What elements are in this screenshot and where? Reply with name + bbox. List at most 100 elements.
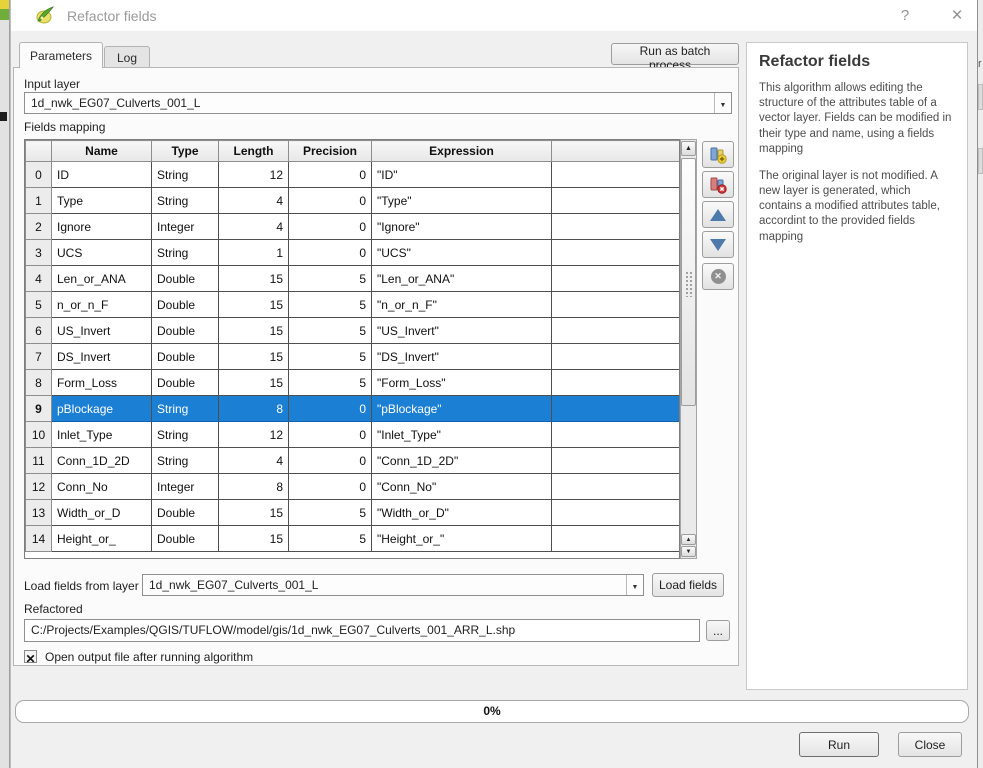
table-row[interactable]: 2IgnoreInteger40"Ignore" xyxy=(26,214,681,240)
cell-precision[interactable]: 5 xyxy=(289,500,372,526)
column-header-expression[interactable]: Expression xyxy=(372,141,552,162)
run-button[interactable]: Run xyxy=(799,732,879,757)
scroll-up-icon[interactable]: ▲ xyxy=(681,534,696,545)
cell-expression[interactable]: "ID" xyxy=(372,162,552,188)
cell-type[interactable]: Double xyxy=(152,318,219,344)
cell-type[interactable]: String xyxy=(152,448,219,474)
cell-expression[interactable]: "pBlockage" xyxy=(372,396,552,422)
cell-name[interactable]: US_Invert xyxy=(52,318,152,344)
cell-expression[interactable]: "US_Invert" xyxy=(372,318,552,344)
help-button[interactable]: ? xyxy=(895,6,915,26)
cell-type[interactable]: Double xyxy=(152,292,219,318)
cell-type[interactable]: String xyxy=(152,162,219,188)
table-row[interactable]: 3UCSString10"UCS" xyxy=(26,240,681,266)
table-row[interactable]: 1TypeString40"Type" xyxy=(26,188,681,214)
table-row[interactable]: 7DS_InvertDouble155"DS_Invert" xyxy=(26,344,681,370)
cell-type[interactable]: Double xyxy=(152,526,219,552)
cell-precision[interactable]: 0 xyxy=(289,474,372,500)
cell-length[interactable]: 1 xyxy=(219,240,289,266)
cell-name[interactable]: Height_or_ xyxy=(52,526,152,552)
cell-precision[interactable]: 5 xyxy=(289,370,372,396)
cell-type[interactable]: String xyxy=(152,188,219,214)
cell-precision[interactable]: 0 xyxy=(289,240,372,266)
column-header-precision[interactable]: Precision xyxy=(289,141,372,162)
table-row[interactable]: 13Width_or_DDouble155"Width_or_D" xyxy=(26,500,681,526)
cell-precision[interactable]: 5 xyxy=(289,292,372,318)
cell-expression[interactable]: "Len_or_ANA" xyxy=(372,266,552,292)
cell-name[interactable]: DS_Invert xyxy=(52,344,152,370)
cell-name[interactable]: UCS xyxy=(52,240,152,266)
table-row[interactable]: 8Form_LossDouble155"Form_Loss" xyxy=(26,370,681,396)
cell-length[interactable]: 15 xyxy=(219,266,289,292)
cell-precision[interactable]: 0 xyxy=(289,214,372,240)
cell-type[interactable]: Double xyxy=(152,500,219,526)
cell-precision[interactable]: 0 xyxy=(289,162,372,188)
cell-name[interactable]: Type xyxy=(52,188,152,214)
cell-expression[interactable]: "Ignore" xyxy=(372,214,552,240)
table-row[interactable]: 5n_or_n_FDouble155"n_or_n_F" xyxy=(26,292,681,318)
cell-type[interactable]: Integer xyxy=(152,474,219,500)
cell-length[interactable]: 8 xyxy=(219,396,289,422)
cell-length[interactable]: 15 xyxy=(219,318,289,344)
cell-length[interactable]: 15 xyxy=(219,344,289,370)
cell-name[interactable]: n_or_n_F xyxy=(52,292,152,318)
delete-field-button[interactable] xyxy=(702,171,734,198)
move-field-up-button[interactable] xyxy=(702,201,734,228)
cell-expression[interactable]: "Form_Loss" xyxy=(372,370,552,396)
scroll-up-icon[interactable]: ▲ xyxy=(681,141,696,156)
cell-length[interactable]: 4 xyxy=(219,188,289,214)
cell-expression[interactable]: "Inlet_Type" xyxy=(372,422,552,448)
cell-type[interactable]: String xyxy=(152,240,219,266)
cell-precision[interactable]: 5 xyxy=(289,266,372,292)
cell-length[interactable]: 15 xyxy=(219,292,289,318)
cell-expression[interactable]: "n_or_n_F" xyxy=(372,292,552,318)
open-output-checkbox[interactable]: ✕ xyxy=(24,650,37,663)
table-row[interactable]: 12Conn_NoInteger80"Conn_No" xyxy=(26,474,681,500)
cell-length[interactable]: 15 xyxy=(219,370,289,396)
table-row[interactable]: 6US_InvertDouble155"US_Invert" xyxy=(26,318,681,344)
dropdown-arrow-box[interactable]: ▼ xyxy=(714,93,731,113)
close-button[interactable]: Close xyxy=(898,732,962,757)
cell-name[interactable]: Inlet_Type xyxy=(52,422,152,448)
table-vertical-scrollbar[interactable]: ▲ ▲ ▼ xyxy=(680,139,697,559)
column-header-name[interactable]: Name xyxy=(52,141,152,162)
cell-expression[interactable]: "Type" xyxy=(372,188,552,214)
table-row[interactable]: 11Conn_1D_2DString40"Conn_1D_2D" xyxy=(26,448,681,474)
dropdown-arrow-box[interactable]: ▼ xyxy=(626,575,643,595)
cell-name[interactable]: pBlockage xyxy=(52,396,152,422)
cell-type[interactable]: Double xyxy=(152,370,219,396)
cell-type[interactable]: String xyxy=(152,396,219,422)
cell-expression[interactable]: "Height_or_" xyxy=(372,526,552,552)
cell-expression[interactable]: "Width_or_D" xyxy=(372,500,552,526)
tab-parameters[interactable]: Parameters xyxy=(19,42,103,68)
cell-expression[interactable]: "Conn_1D_2D" xyxy=(372,448,552,474)
cell-name[interactable]: Conn_1D_2D xyxy=(52,448,152,474)
cell-expression[interactable]: "UCS" xyxy=(372,240,552,266)
output-path-input[interactable]: C:/Projects/Examples/QGIS/TUFLOW/model/g… xyxy=(24,619,700,642)
tab-log[interactable]: Log xyxy=(104,46,150,68)
cell-precision[interactable]: 0 xyxy=(289,188,372,214)
table-row[interactable]: 10Inlet_TypeString120"Inlet_Type" xyxy=(26,422,681,448)
cell-name[interactable]: Ignore xyxy=(52,214,152,240)
close-icon[interactable]: × xyxy=(945,4,969,28)
cell-name[interactable]: Conn_No xyxy=(52,474,152,500)
cell-precision[interactable]: 5 xyxy=(289,526,372,552)
table-row[interactable]: 0IDString120"ID" xyxy=(26,162,681,188)
cell-name[interactable]: Width_or_D xyxy=(52,500,152,526)
cell-name[interactable]: ID xyxy=(52,162,152,188)
browse-button[interactable]: ... xyxy=(706,620,730,641)
cell-name[interactable]: Len_or_ANA xyxy=(52,266,152,292)
cell-expression[interactable]: "Conn_No" xyxy=(372,474,552,500)
cell-type[interactable]: Integer xyxy=(152,214,219,240)
cell-length[interactable]: 15 xyxy=(219,526,289,552)
cell-name[interactable]: Form_Loss xyxy=(52,370,152,396)
cell-precision[interactable]: 0 xyxy=(289,396,372,422)
cell-precision[interactable]: 0 xyxy=(289,422,372,448)
cell-precision[interactable]: 0 xyxy=(289,448,372,474)
load-fields-combobox[interactable]: 1d_nwk_EG07_Culverts_001_L ▼ xyxy=(142,574,644,596)
scrollbar-thumb[interactable] xyxy=(681,158,696,406)
cell-type[interactable]: String xyxy=(152,422,219,448)
scroll-down-icon[interactable]: ▼ xyxy=(681,546,696,557)
move-field-down-button[interactable] xyxy=(702,231,734,258)
cell-length[interactable]: 8 xyxy=(219,474,289,500)
